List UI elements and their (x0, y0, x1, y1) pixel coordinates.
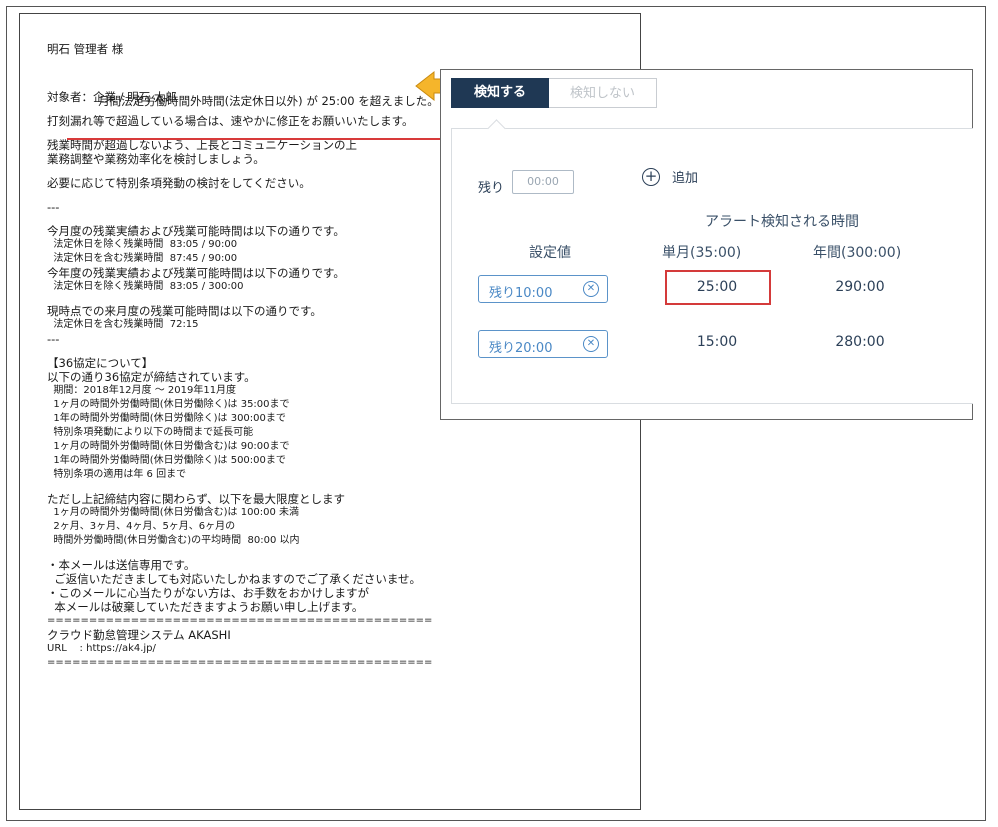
mail-line: 2ヶ月、3ヶ月、4ヶ月、5ヶ月、6ヶ月の (47, 521, 236, 532)
mail-line: クラウド勤怠管理システム AKASHI (47, 628, 231, 642)
year-value: 290:00 (835, 279, 885, 295)
tab-no-detect[interactable]: 検知しない (549, 78, 657, 108)
close-icon[interactable]: ✕ (583, 281, 599, 297)
alert-time-heading: アラート検知される時間 (705, 214, 859, 230)
headline: 月間法定労働時間外時間(法定休日以外) が 25:00 を超えました。 (66, 80, 453, 140)
year-value: 280:00 (835, 334, 885, 350)
mail-line: ・このメールに心当たりがない方は、お手数をおかけしますが (47, 586, 369, 600)
highlight-box (665, 270, 771, 305)
add-label: 追加 (672, 171, 699, 186)
setting-chip[interactable]: 残り20:00 ✕ (478, 330, 608, 358)
mail-line: 本メールは破棄していただきますようお願い申し上げます。 (47, 600, 364, 614)
mail-url: URL : https://ak4.jp/ (47, 643, 156, 654)
add-button[interactable]: + 追加 (642, 167, 698, 186)
mail-separator: ========================================… (47, 615, 433, 626)
setting-value: 残り10:00 (489, 286, 553, 301)
remain-time-input[interactable]: 00:00 (512, 170, 574, 194)
mail-line: ご返信いただきましても対応いたしかねますのでご了承くださいませ。 (47, 572, 422, 586)
col-month-header: 単月(35:00) (662, 245, 742, 261)
col-setting-header: 設定値 (529, 245, 571, 261)
headline-text: 月間法定労働時間外時間(法定休日以外) が 25:00 を超えました。 (98, 94, 439, 108)
month-value: 15:00 (696, 334, 738, 350)
setting-value: 残り20:00 (489, 341, 553, 356)
remain-label: 残り (478, 181, 505, 196)
mail-line: ・本メールは送信専用です。 (47, 558, 196, 572)
mail-line: 時間外労働時間(休日労働含む)の平均時間 80:00 以内 (47, 535, 300, 546)
tab-detect[interactable]: 検知する (451, 78, 549, 108)
col-year-header: 年間(300:00) (813, 245, 902, 261)
plus-circle-icon: + (642, 167, 660, 186)
mail-line: 1ヶ月の時間外労働時間(休日労働含む)は 100:00 未満 (47, 507, 300, 518)
mail-separator: ========================================… (47, 657, 433, 668)
greeting: 明石 管理者 様 (47, 42, 124, 56)
alert-settings-panel: 検知する 検知しない 残り 00:00 + 追加 アラート検知される時間 設定値… (440, 69, 973, 420)
detect-toggle: 検知する 検知しない (451, 78, 657, 108)
mail-line: 特別条項発動により以下の時間まで延長可能 (47, 427, 254, 438)
close-icon[interactable]: ✕ (583, 336, 599, 352)
mail-line: 特別条項の適用は年 6 回まで (47, 469, 187, 480)
mail-line: 1年の時間外労働時間(休日労働除く)は 500:00まで (47, 455, 286, 466)
mail-line: 1ヶ月の時間外労働時間(休日労働含む)は 90:00まで (47, 441, 290, 452)
headline-underline (66, 138, 453, 140)
setting-chip[interactable]: 残り10:00 ✕ (478, 275, 608, 303)
mail-line: ただし上記締結内容に関わらず、以下を最大限度とします (47, 492, 345, 506)
alert-settings-card: 残り 00:00 + 追加 アラート検知される時間 設定値 単月(35:00) … (451, 119, 973, 404)
